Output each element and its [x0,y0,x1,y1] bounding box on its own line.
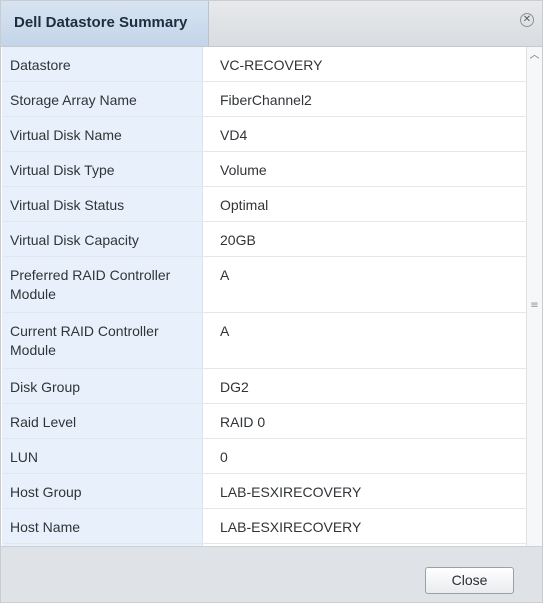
table-row: Virtual Disk Capacity 20GB [2,222,526,257]
row-value: VD4 [203,117,526,151]
row-value: RAID 0 [203,404,526,438]
scroll-up-icon[interactable]: ︿ [527,49,542,63]
dialog-title: Dell Datastore Summary [14,14,188,31]
close-button[interactable]: Close [425,567,514,594]
row-value: Optimal [203,187,526,221]
table-row: Host Group LAB-ESXIRECOVERY [2,474,526,509]
dialog-footer: Close [1,546,542,602]
row-value: DG2 [203,369,526,403]
row-label: Host Group [2,474,203,508]
row-label: Preferred RAID Controller Module [2,257,203,312]
row-value: 0 [203,439,526,473]
row-label: Virtual Disk Status [2,187,203,221]
table-row: Virtual Disk Type Volume [2,152,526,187]
table-row: Disk Group DG2 [2,369,526,404]
dialog-titlebar: Dell Datastore Summary ✕ [1,1,542,47]
datastore-summary-dialog: Dell Datastore Summary ✕ Datastore VC-RE… [0,0,543,603]
title-tab: Dell Datastore Summary [1,1,209,46]
row-label: Host Name [2,509,203,543]
row-value: LAB-ESXIRECOVERY [203,509,526,543]
close-icon[interactable]: ✕ [520,13,534,27]
row-label: Storage Array Name [2,82,203,116]
vertical-scrollbar[interactable]: ︿ ≡ [526,47,542,546]
row-label: Datastore [2,47,203,81]
row-label: Virtual Disk Capacity [2,222,203,256]
scroll-grip-icon[interactable]: ≡ [527,299,542,313]
row-label: Disk Group [2,369,203,403]
row-label: LUN [2,439,203,473]
row-value: VC-RECOVERY [203,47,526,81]
table-row: Storage Array Name FiberChannel2 [2,82,526,117]
table-row: LUN 0 [2,439,526,474]
row-label: Virtual Disk Type [2,152,203,186]
row-value: A [203,257,526,312]
row-value: 20GB [203,222,526,256]
table-row: Raid Level RAID 0 [2,404,526,439]
row-value: LAB-ESXIRECOVERY [203,474,526,508]
row-label: Virtual Disk Name [2,117,203,151]
row-value: A [203,313,526,368]
summary-table: Datastore VC-RECOVERY Storage Array Name… [2,47,526,546]
table-row: Datastore VC-RECOVERY [2,47,526,82]
table-row: Preferred RAID Controller Module A [2,257,526,313]
table-row: Current RAID Controller Module A [2,313,526,369]
row-value: FiberChannel2 [203,82,526,116]
table-row: Virtual Disk Name VD4 [2,117,526,152]
row-value: Volume [203,152,526,186]
table-row: Virtual Disk Status Optimal [2,187,526,222]
row-label: Raid Level [2,404,203,438]
table-row: Host Name LAB-ESXIRECOVERY [2,509,526,544]
row-label: Current RAID Controller Module [2,313,203,368]
